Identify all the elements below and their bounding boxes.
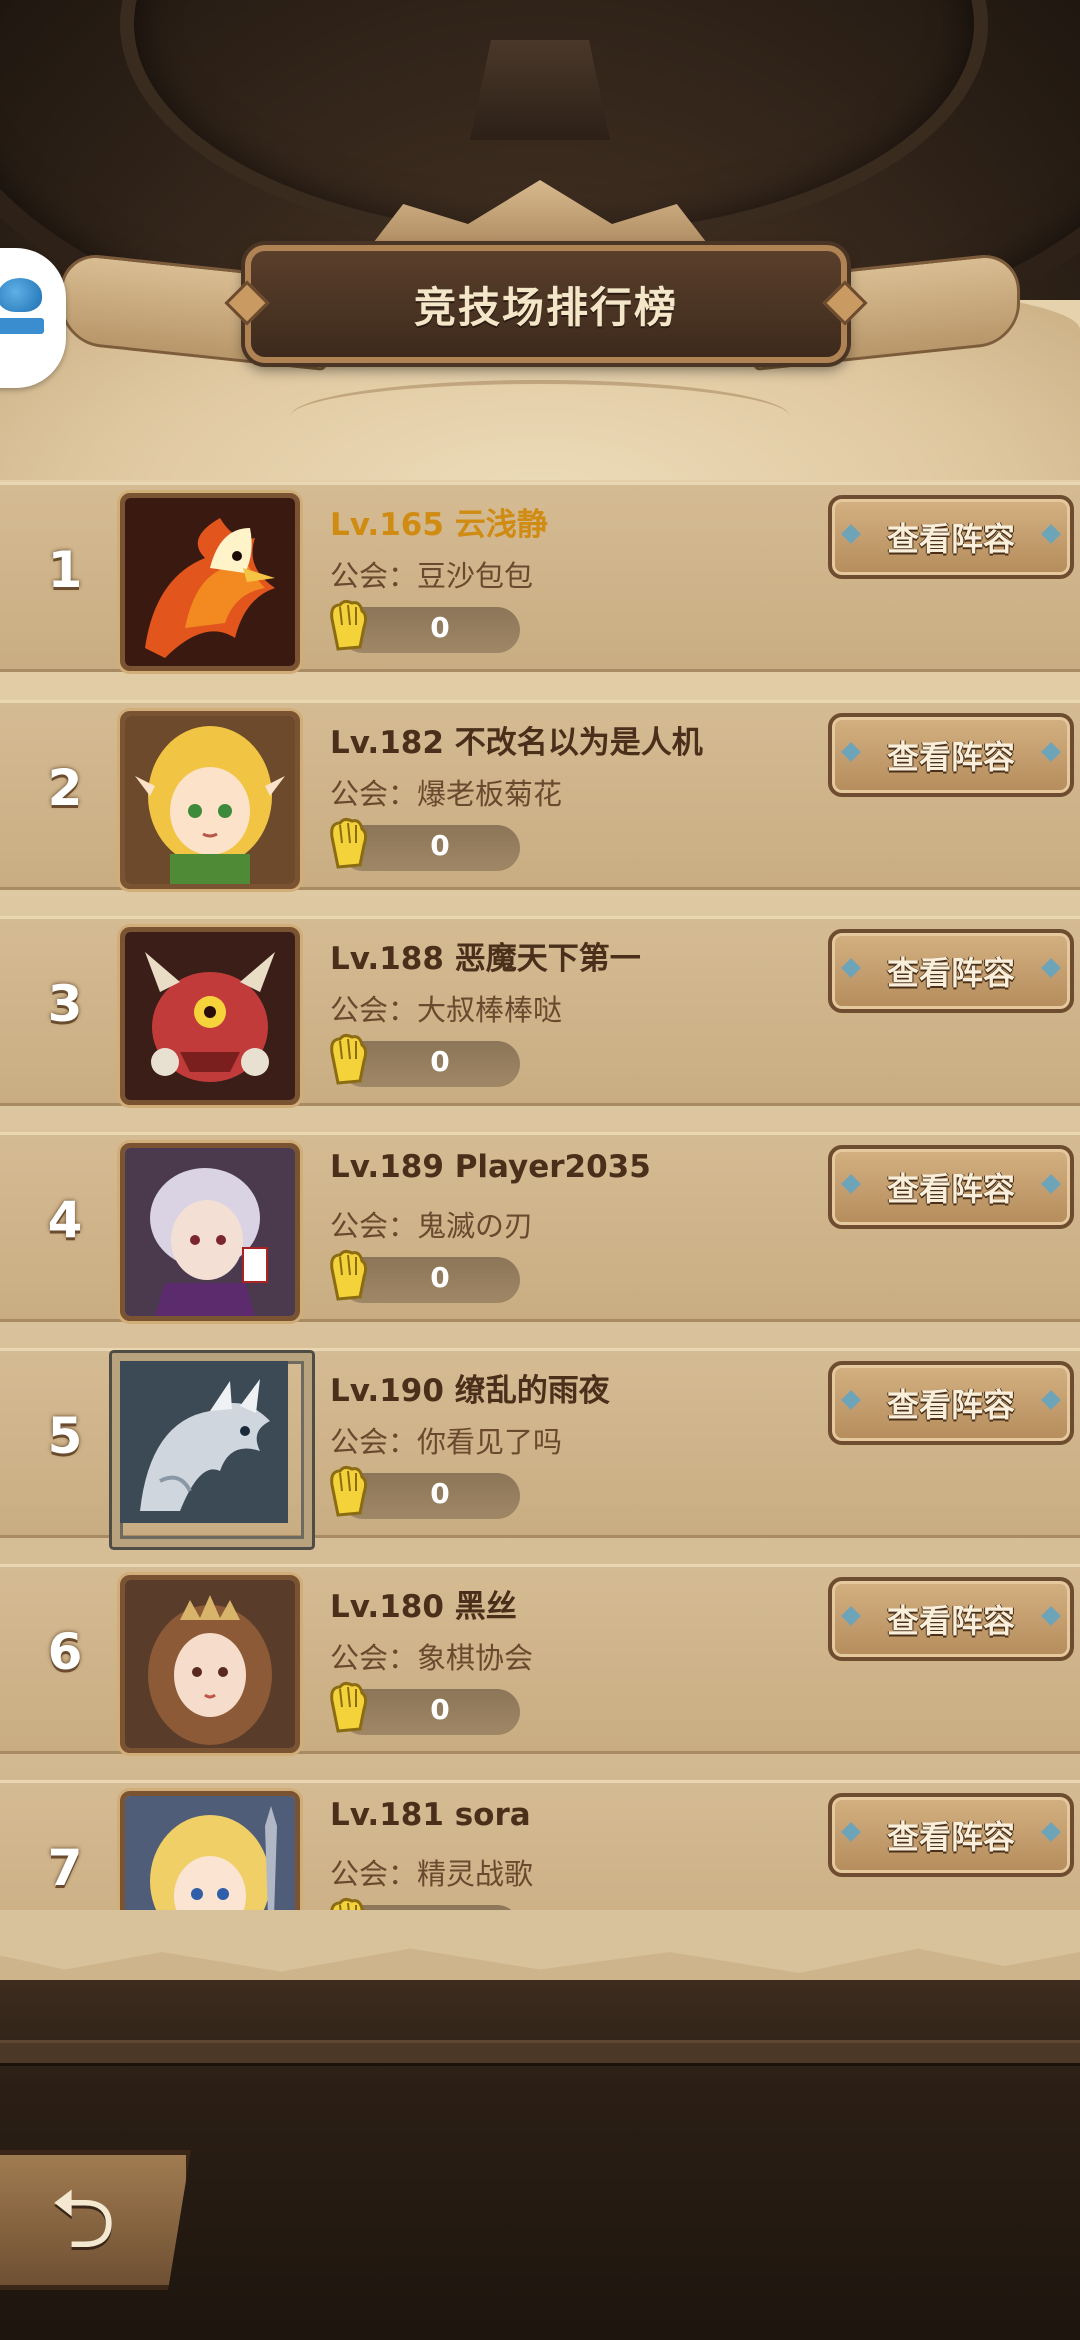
- silver-hair-boy-icon: [125, 1148, 295, 1316]
- view-lineup-button[interactable]: 查看阵容: [828, 1577, 1074, 1661]
- silver-dragon-icon: [120, 1361, 288, 1523]
- player-name: Lv.180 黑丝: [330, 1589, 517, 1625]
- view-lineup-label: 查看阵容: [886, 520, 1015, 558]
- arena-leaderboard-screen: 竞技场排行榜 1 Lv.165 云浅静 公会：豆沙包包 0 查看阵容 2 Lv.…: [0, 0, 1080, 2340]
- view-lineup-button[interactable]: 查看阵容: [828, 713, 1074, 797]
- player-name: Lv.189 Player2035: [330, 1149, 651, 1185]
- ranking-row: 6 Lv.180 黑丝 公会：象棋协会 0 查看阵容: [0, 1564, 1080, 1754]
- power-value: 0: [430, 1261, 450, 1294]
- player-guild: 公会：精灵战歌: [330, 1857, 534, 1891]
- player-guild: 公会：你看见了吗: [330, 1425, 563, 1459]
- player-guild: 公会：鬼滅の刃: [330, 1209, 534, 1243]
- power-value: 0: [430, 1477, 450, 1510]
- floating-assistant-button[interactable]: [0, 248, 66, 388]
- view-lineup-button[interactable]: 查看阵容: [828, 929, 1074, 1013]
- keystone: [470, 40, 610, 140]
- view-lineup-button[interactable]: 查看阵容: [828, 495, 1074, 579]
- fist-icon: [330, 1033, 368, 1085]
- player-name: Lv.188 恶魔天下第一: [330, 941, 641, 977]
- rank-number: 2: [47, 759, 83, 817]
- view-lineup-button[interactable]: 查看阵容: [828, 1361, 1074, 1445]
- view-lineup-label: 查看阵容: [886, 1818, 1015, 1856]
- player-name: Lv.182 不改名以为是人机: [330, 725, 703, 761]
- rank-number: 5: [47, 1407, 83, 1465]
- board-ornament: [290, 380, 790, 454]
- rank-number: 4: [47, 1191, 83, 1249]
- ranking-row: 2 Lv.182 不改名以为是人机 公会：爆老板菊花 0 查看阵容: [0, 700, 1080, 890]
- view-lineup-button[interactable]: 查看阵容: [828, 1145, 1074, 1229]
- power-value: 0: [430, 611, 450, 644]
- player-avatar[interactable]: [120, 493, 300, 671]
- assistant-logo-icon: [0, 278, 42, 312]
- ranking-list[interactable]: 1 Lv.165 云浅静 公会：豆沙包包 0 查看阵容 2 Lv.182 不改名…: [0, 482, 1080, 1924]
- title-plate: 竞技场排行榜: [245, 245, 847, 363]
- player-guild: 公会：爆老板菊花: [330, 777, 563, 811]
- phoenix-icon: [125, 498, 295, 666]
- back-button[interactable]: ⮌: [0, 2150, 191, 2290]
- blonde-knight-girl-icon: [125, 1796, 295, 1924]
- view-lineup-label: 查看阵容: [886, 954, 1015, 992]
- player-name: Lv.165 云浅静: [330, 507, 548, 543]
- page-title: 竞技场排行榜: [413, 282, 678, 332]
- fist-icon: [330, 599, 368, 651]
- power-value: 0: [430, 1045, 450, 1078]
- crowned-queen-icon: [125, 1580, 295, 1748]
- bottom-rail: [0, 2040, 1080, 2066]
- view-lineup-label: 查看阵容: [886, 1170, 1015, 1208]
- player-avatar[interactable]: [120, 711, 300, 889]
- back-arrow-icon: ⮌: [50, 2172, 116, 2267]
- ranking-row: 4 Lv.189 Player2035 公会：鬼滅の刃 0 查看阵容: [0, 1132, 1080, 1322]
- rank-number: 1: [47, 541, 83, 599]
- player-name: Lv.181 sora: [330, 1797, 531, 1833]
- view-lineup-button[interactable]: 查看阵容: [828, 1793, 1074, 1877]
- fist-icon: [330, 1249, 368, 1301]
- view-lineup-label: 查看阵容: [886, 738, 1015, 776]
- blonde-elf-girl-icon: [125, 716, 295, 884]
- rank-number: 6: [47, 1623, 83, 1681]
- view-lineup-label: 查看阵容: [886, 1386, 1015, 1424]
- ranking-row: 5 Lv.190 缭乱的雨夜 公会：你看见了吗 0 查看阵容: [0, 1348, 1080, 1547]
- assistant-logo-text-icon: [0, 318, 44, 334]
- player-avatar[interactable]: [120, 1575, 300, 1753]
- player-avatar[interactable]: [120, 1143, 300, 1321]
- red-demon-icon: [125, 932, 295, 1100]
- player-avatar[interactable]: [112, 1353, 312, 1547]
- view-lineup-label: 查看阵容: [886, 1602, 1015, 1640]
- power-value: 0: [430, 1693, 450, 1726]
- ranking-row: 1 Lv.165 云浅静 公会：豆沙包包 0 查看阵容: [0, 482, 1080, 672]
- player-guild: 公会：象棋协会: [330, 1641, 534, 1675]
- player-guild: 公会：豆沙包包: [330, 559, 534, 593]
- fist-icon: [330, 817, 368, 869]
- ranking-row: 3 Lv.188 恶魔天下第一 公会：大叔棒棒哒 0 查看阵容: [0, 916, 1080, 1106]
- player-name: Lv.190 缭乱的雨夜: [330, 1373, 610, 1409]
- player-avatar[interactable]: [120, 1791, 300, 1924]
- ranking-row: 7 Lv.181 sora 公会：精灵战歌 0 查看阵容: [0, 1780, 1080, 1924]
- player-guild: 公会：大叔棒棒哒: [330, 993, 563, 1027]
- power-value: 0: [430, 829, 450, 862]
- rank-number: 7: [47, 1839, 83, 1897]
- rank-number: 3: [47, 975, 83, 1033]
- fist-icon: [330, 1465, 368, 1517]
- fist-icon: [330, 1681, 368, 1733]
- player-avatar[interactable]: [120, 927, 300, 1105]
